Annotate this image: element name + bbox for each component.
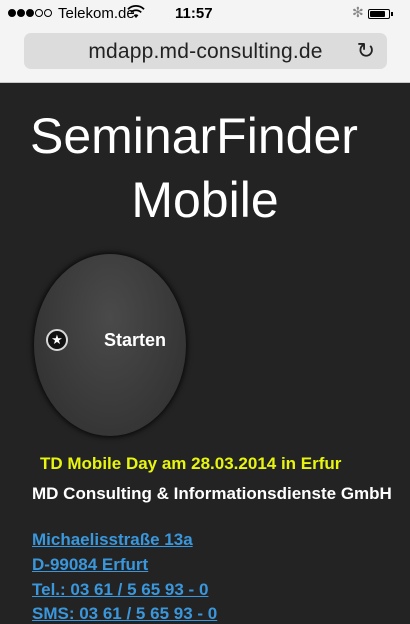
- status-time: 11:57: [175, 5, 213, 22]
- status-bar: Telekom.de 11:57 ✻: [0, 0, 410, 28]
- address-street-link[interactable]: Michaelisstraße 13a: [32, 530, 193, 550]
- signal-dot: [17, 9, 25, 17]
- address-city-link[interactable]: D-99084 Erfurt: [32, 555, 148, 575]
- start-button-label: Starten: [104, 330, 167, 350]
- reload-icon[interactable]: ↻: [357, 38, 375, 64]
- signal-strength-indicator: [8, 9, 53, 19]
- event-banner: TD Mobile Day am 28.03.2014 in Erfur: [40, 454, 342, 473]
- sms-link[interactable]: SMS: 03 61 / 5 65 93 - 0: [32, 604, 217, 624]
- battery-icon: [368, 9, 390, 19]
- wifi-icon: [127, 4, 145, 24]
- page-subtitle: Mobile: [131, 172, 279, 228]
- battery-level: [370, 11, 386, 17]
- bluetooth-icon: ✻: [352, 4, 364, 20]
- url-text[interactable]: mdapp.md-consulting.de: [24, 40, 387, 64]
- phone-link[interactable]: Tel.: 03 61 / 5 65 93 - 0: [32, 580, 208, 600]
- signal-dot: [26, 9, 34, 17]
- star-icon: ★: [46, 329, 68, 351]
- company-name: MD Consulting & Informationsdienste GmbH: [32, 484, 392, 503]
- page-title: SeminarFinder: [30, 108, 358, 164]
- browser-toolbar: mdapp.md-consulting.de ↻: [0, 28, 410, 83]
- carrier-name: Telekom.de: [58, 5, 135, 22]
- signal-dot: [35, 9, 43, 17]
- start-button[interactable]: ★ Starten: [33, 253, 187, 437]
- address-bar[interactable]: mdapp.md-consulting.de ↻: [24, 33, 387, 69]
- battery-tip: [391, 12, 393, 16]
- signal-dot: [8, 9, 16, 17]
- signal-dot: [44, 9, 52, 17]
